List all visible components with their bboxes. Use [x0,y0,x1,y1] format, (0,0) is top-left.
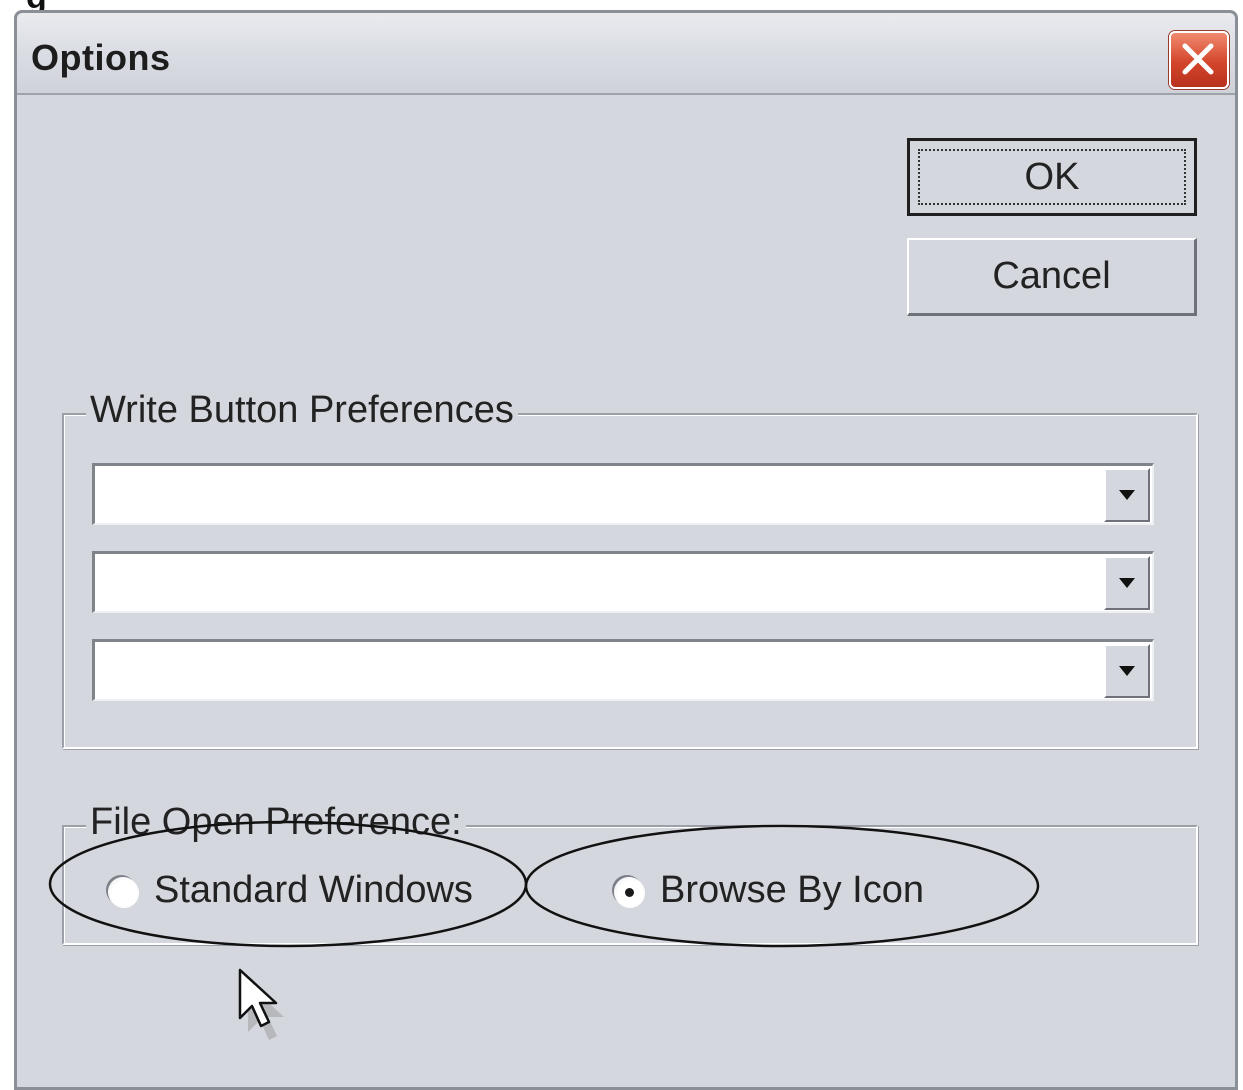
cancel-button-label: Cancel [992,255,1111,297]
radio-button[interactable] [108,877,138,907]
chevron-down-icon [1119,666,1135,676]
write-preference-combo-3[interactable] [92,639,1154,701]
write-preference-combo-2[interactable] [92,551,1154,613]
title-bar[interactable]: Options [17,13,1235,95]
dropdown-button[interactable] [1104,468,1150,522]
dialog-title: Options [31,37,171,78]
dropdown-button[interactable] [1104,644,1150,698]
cancel-button[interactable]: Cancel [907,238,1197,316]
close-icon [1182,43,1214,75]
ok-button[interactable]: OK [907,138,1197,216]
close-button[interactable] [1169,31,1229,89]
write-group-legend: Write Button Preferences [86,389,518,432]
chevron-down-icon [1119,490,1135,500]
file-open-preference-group: File Open Preference: Standard Windows B… [62,801,1198,945]
write-button-preferences-group: Write Button Preferences [62,389,1198,749]
options-dialog: Options OK Cancel Write Button Preferenc… [14,10,1238,1090]
radio-button[interactable] [614,877,644,907]
ok-button-label: OK [1024,156,1080,198]
radio-selected-dot [625,888,634,897]
chevron-down-icon [1119,578,1135,588]
write-preference-combo-1[interactable] [92,463,1154,525]
dropdown-button[interactable] [1104,556,1150,610]
radio-label[interactable]: Browse By Icon [660,869,924,912]
radio-label[interactable]: Standard Windows [154,869,473,912]
mouse-cursor-icon [238,968,284,1040]
file-group-legend: File Open Preference: [86,801,466,844]
